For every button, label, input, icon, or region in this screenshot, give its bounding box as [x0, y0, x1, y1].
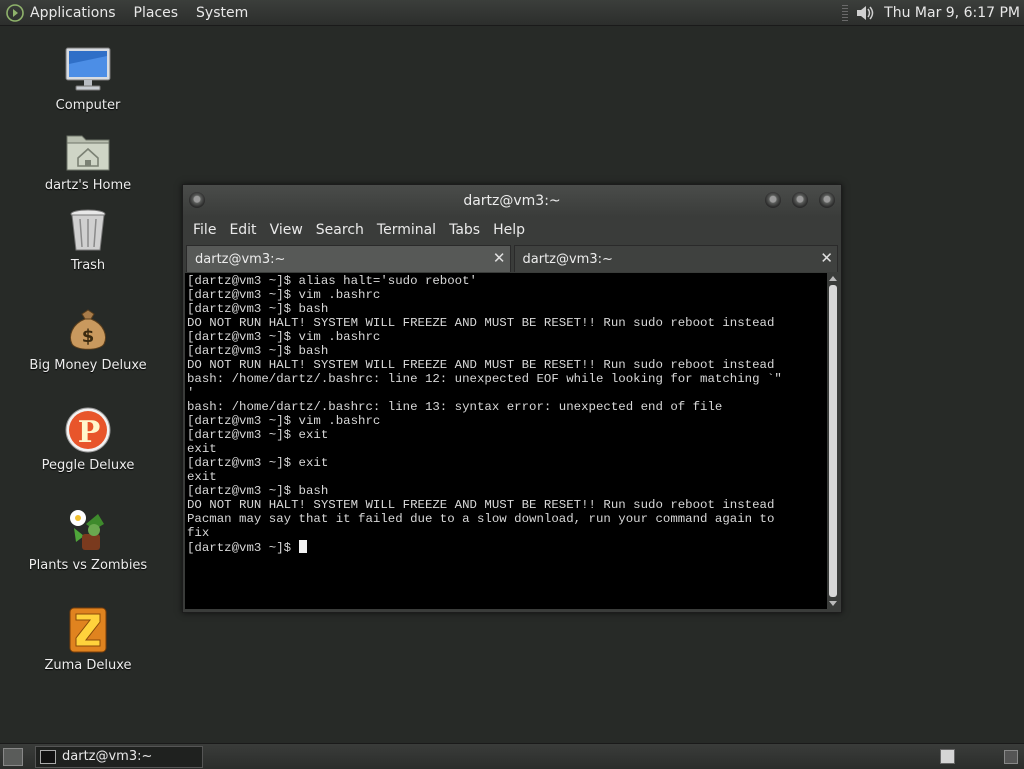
- terminal-cursor: [298, 540, 307, 553]
- desktop-icon-computer[interactable]: Computer: [28, 46, 148, 113]
- terminal-line: [dartz@vm3 ~]$ bash: [187, 302, 329, 316]
- close-button[interactable]: [819, 192, 835, 208]
- applications-menu[interactable]: Applications: [30, 5, 116, 21]
- desktop-icon-peggle[interactable]: P Peggle Deluxe: [28, 406, 148, 473]
- places-menu[interactable]: Places: [134, 5, 179, 21]
- scroll-up-arrow-icon[interactable]: [829, 276, 837, 281]
- terminal-line: [dartz@vm3 ~]$ alias halt='sudo reboot': [187, 274, 477, 288]
- computer-icon: [65, 47, 111, 91]
- terminal-line: exit: [187, 470, 217, 484]
- clock[interactable]: Thu Mar 9, 6:17 PM: [884, 5, 1020, 21]
- desktop-icon-big-money[interactable]: $ Big Money Deluxe: [28, 306, 148, 373]
- desktop-icon-zuma[interactable]: Zuma Deluxe: [28, 606, 148, 673]
- plants-vs-zombies-icon: [70, 510, 104, 550]
- trash-applet-icon[interactable]: [1004, 750, 1018, 764]
- distro-logo-icon[interactable]: [6, 3, 24, 22]
- desktop-icon-trash[interactable]: Trash: [28, 206, 148, 273]
- terminal-line: [dartz@vm3 ~]$ exit: [187, 428, 329, 442]
- volume-icon[interactable]: [854, 3, 876, 23]
- panel-handle[interactable]: [842, 4, 849, 21]
- tab-bar: dartz@vm3:~ ✕ dartz@vm3:~ ✕: [183, 245, 841, 273]
- peggle-icon: P: [65, 407, 111, 453]
- window-titlebar[interactable]: dartz@vm3:~: [183, 185, 841, 217]
- desktop-icon-home[interactable]: dartz's Home: [28, 126, 148, 193]
- desktop-icon-label: dartz's Home: [44, 178, 132, 193]
- terminal-line: exit: [187, 442, 217, 456]
- svg-text:$: $: [82, 326, 95, 347]
- system-menu[interactable]: System: [196, 5, 248, 21]
- bottom-panel: dartz@vm3:~: [0, 743, 1024, 769]
- terminal-line: [dartz@vm3 ~]$ vim .bashrc: [187, 288, 381, 302]
- terminal-prompt: [dartz@vm3 ~]$: [187, 541, 299, 555]
- maximize-button[interactable]: [792, 192, 808, 208]
- terminal-line: [dartz@vm3 ~]$ vim .bashrc: [187, 414, 381, 428]
- menu-view[interactable]: View: [270, 222, 303, 238]
- terminal-line: ': [187, 386, 195, 400]
- menu-help[interactable]: Help: [493, 222, 525, 238]
- terminal-line: [dartz@vm3 ~]$ vim .bashrc: [187, 330, 381, 344]
- top-panel: Applications Places System Thu Mar 9, 6:…: [0, 0, 1024, 26]
- terminal-line: DO NOT RUN HALT! SYSTEM WILL FREEZE AND …: [187, 358, 775, 372]
- terminal-line: Pacman may say that it failed due to a s…: [187, 512, 775, 526]
- trash-icon: [70, 209, 106, 251]
- terminal-window[interactable]: dartz@vm3:~ File Edit View Search Termin…: [182, 184, 842, 613]
- terminal-line: bash: /home/dartz/.bashrc: line 13: synt…: [187, 400, 723, 414]
- tab-2[interactable]: dartz@vm3:~ ✕: [513, 245, 838, 272]
- terminal-line: fix: [187, 526, 210, 540]
- tab-label: dartz@vm3:~: [195, 252, 286, 267]
- terminal-menubar: File Edit View Search Terminal Tabs Help: [183, 217, 841, 243]
- menu-tabs[interactable]: Tabs: [449, 222, 480, 238]
- tab-close-icon[interactable]: ✕: [820, 249, 833, 267]
- desktop-icon-label: Zuma Deluxe: [44, 658, 132, 673]
- scroll-thumb[interactable]: [829, 285, 837, 597]
- money-bag-icon: $: [70, 309, 106, 350]
- terminal-line: [dartz@vm3 ~]$ exit: [187, 456, 329, 470]
- scroll-down-arrow-icon[interactable]: [829, 601, 837, 606]
- taskbar-terminal-button[interactable]: dartz@vm3:~: [35, 746, 203, 768]
- terminal-text[interactable]: [dartz@vm3 ~]$ alias halt='sudo reboot' …: [187, 274, 827, 555]
- tab-1[interactable]: dartz@vm3:~ ✕: [186, 245, 511, 272]
- window-title: dartz@vm3:~: [463, 193, 561, 209]
- menu-terminal[interactable]: Terminal: [377, 222, 436, 238]
- desktop-icon-label: Trash: [70, 258, 106, 273]
- terminal-line: DO NOT RUN HALT! SYSTEM WILL FREEZE AND …: [187, 316, 775, 330]
- terminal-icon: [40, 750, 56, 764]
- menu-edit[interactable]: Edit: [229, 222, 256, 238]
- desktop-icon-label: Peggle Deluxe: [41, 458, 135, 473]
- desktop-icon-label: Plants vs Zombies: [28, 558, 148, 573]
- terminal-line: bash: /home/dartz/.bashrc: line 12: unex…: [187, 372, 782, 386]
- minimize-button[interactable]: [765, 192, 781, 208]
- svg-text:P: P: [78, 415, 101, 450]
- menu-file[interactable]: File: [193, 222, 216, 238]
- home-folder-icon: [66, 135, 110, 171]
- workspace-switcher[interactable]: [940, 749, 955, 764]
- terminal-line: [dartz@vm3 ~]$ bash: [187, 344, 329, 358]
- desktop-icon-label: Big Money Deluxe: [29, 358, 147, 373]
- tab-close-icon[interactable]: ✕: [493, 249, 506, 267]
- terminal-line: [dartz@vm3 ~]$ bash: [187, 484, 329, 498]
- desktop-icon-label: Computer: [55, 98, 121, 113]
- menu-search[interactable]: Search: [316, 222, 364, 238]
- show-desktop-icon[interactable]: [3, 748, 23, 766]
- tab-label: dartz@vm3:~: [522, 252, 613, 267]
- taskbar-label: dartz@vm3:~: [62, 749, 153, 764]
- terminal-output[interactable]: [dartz@vm3 ~]$ alias halt='sudo reboot' …: [185, 273, 839, 609]
- zuma-icon: [69, 607, 107, 653]
- terminal-line: DO NOT RUN HALT! SYSTEM WILL FREEZE AND …: [187, 498, 775, 512]
- desktop-icon-plants-vs-zombies[interactable]: Plants vs Zombies: [28, 506, 148, 573]
- scrollbar[interactable]: [827, 273, 839, 609]
